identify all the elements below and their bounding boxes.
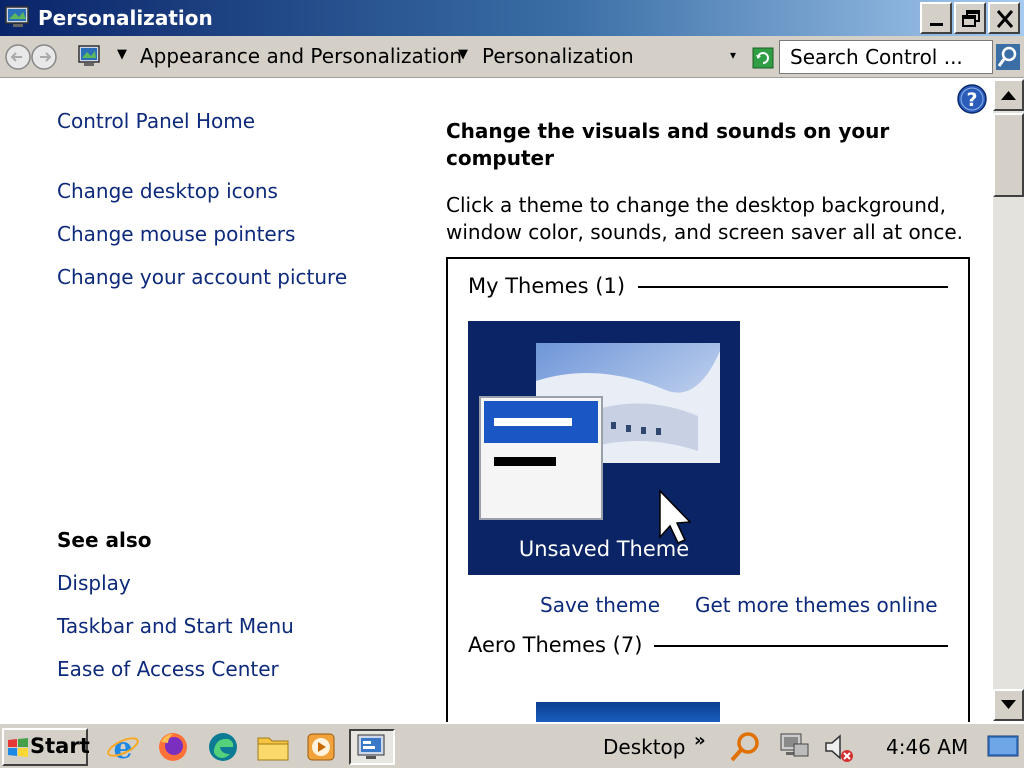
start-label: Start <box>30 734 90 758</box>
back-forward-buttons[interactable] <box>3 43 59 71</box>
start-button[interactable]: Start <box>2 728 90 766</box>
edge-icon[interactable] <box>206 730 240 764</box>
media-player-icon[interactable] <box>304 730 338 764</box>
network-icon[interactable] <box>776 730 810 764</box>
control-panel-taskbar-button[interactable] <box>349 729 395 765</box>
search-icon[interactable] <box>728 730 762 764</box>
aero-themes-label: Aero Themes (7) <box>468 633 643 657</box>
chevron-right-icon[interactable]: » <box>694 730 706 751</box>
see-also-heading: See also <box>57 528 152 552</box>
close-icon <box>996 10 1014 28</box>
firefox-icon[interactable] <box>156 730 190 764</box>
address-history-dropdown-icon[interactable]: ▾ <box>730 48 736 62</box>
control-panel-home-link[interactable]: Control Panel Home <box>57 109 255 133</box>
refresh-icon[interactable] <box>752 47 774 69</box>
help-icon[interactable]: ? <box>956 83 988 115</box>
control-panel-icon <box>357 734 385 759</box>
search-box[interactable] <box>779 40 993 74</box>
search-input[interactable] <box>780 41 992 73</box>
change-mouse-pointers-link[interactable]: Change mouse pointers <box>57 222 295 246</box>
get-more-themes-link[interactable]: Get more themes online <box>695 593 938 617</box>
minimize-icon <box>930 23 943 26</box>
see-also-taskbar-link[interactable]: Taskbar and Start Menu <box>57 614 294 638</box>
internet-explorer-icon[interactable]: e <box>106 730 140 764</box>
address-bar: ▼ Appearance and Personalization ▼ Perso… <box>0 36 1024 78</box>
svg-text:e: e <box>113 731 132 764</box>
restore-icon <box>962 10 980 27</box>
control-panel-path-icon[interactable] <box>76 42 106 72</box>
unsaved-theme-name: Unsaved Theme <box>518 537 690 561</box>
magnifier-icon <box>996 44 1020 70</box>
scroll-up-button[interactable] <box>993 79 1024 111</box>
svg-text:?: ? <box>966 89 977 111</box>
minimize-button[interactable] <box>920 2 952 34</box>
file-explorer-icon[interactable] <box>256 730 290 764</box>
close-button[interactable] <box>988 2 1020 34</box>
change-account-picture-link[interactable]: Change your account picture <box>57 265 347 289</box>
windows-logo-icon <box>8 738 28 757</box>
themes-list: My Themes (1) Unsaved Theme Save theme G… <box>446 257 970 727</box>
arrow-down-icon <box>1001 700 1016 709</box>
see-also-ease-of-access-link[interactable]: Ease of Access Center <box>57 657 279 681</box>
personalization-app-icon <box>5 6 29 27</box>
show-desktop-icon[interactable] <box>986 730 1020 764</box>
breadcrumb-dropdown-icon[interactable]: ▼ <box>117 47 127 62</box>
save-theme-link[interactable]: Save theme <box>540 593 660 617</box>
change-desktop-icons-link[interactable]: Change desktop icons <box>57 179 278 203</box>
search-button[interactable] <box>995 41 1021 73</box>
page-description: Click a theme to change the desktop back… <box>446 193 964 244</box>
see-also-display-link[interactable]: Display <box>57 571 131 595</box>
clock[interactable]: 4:46 AM <box>886 735 968 759</box>
group-divider <box>638 286 948 288</box>
breadcrumb-dropdown-icon[interactable]: ▼ <box>458 47 468 62</box>
vertical-scrollbar[interactable] <box>993 79 1024 721</box>
page-title: Change the visuals and sounds on your co… <box>446 119 890 170</box>
title-bar[interactable]: Personalization <box>0 0 1024 36</box>
my-themes-label: My Themes (1) <box>468 274 626 298</box>
window-title: Personalization <box>38 6 213 30</box>
breadcrumb-personalization[interactable]: Personalization <box>482 44 634 68</box>
volume-muted-icon[interactable] <box>822 730 856 764</box>
group-divider <box>654 645 948 647</box>
desktop-toolbar-label[interactable]: Desktop <box>603 735 685 759</box>
taskbar: Start e Desktop » 4:46 AM <box>0 722 1024 768</box>
breadcrumb-appearance[interactable]: Appearance and Personalization <box>140 44 462 68</box>
scroll-down-button[interactable] <box>993 689 1024 721</box>
restore-button[interactable] <box>954 2 986 34</box>
arrow-up-icon <box>1001 91 1016 100</box>
scroll-thumb[interactable] <box>993 113 1024 197</box>
unsaved-theme-tile[interactable]: Unsaved Theme <box>468 321 740 575</box>
